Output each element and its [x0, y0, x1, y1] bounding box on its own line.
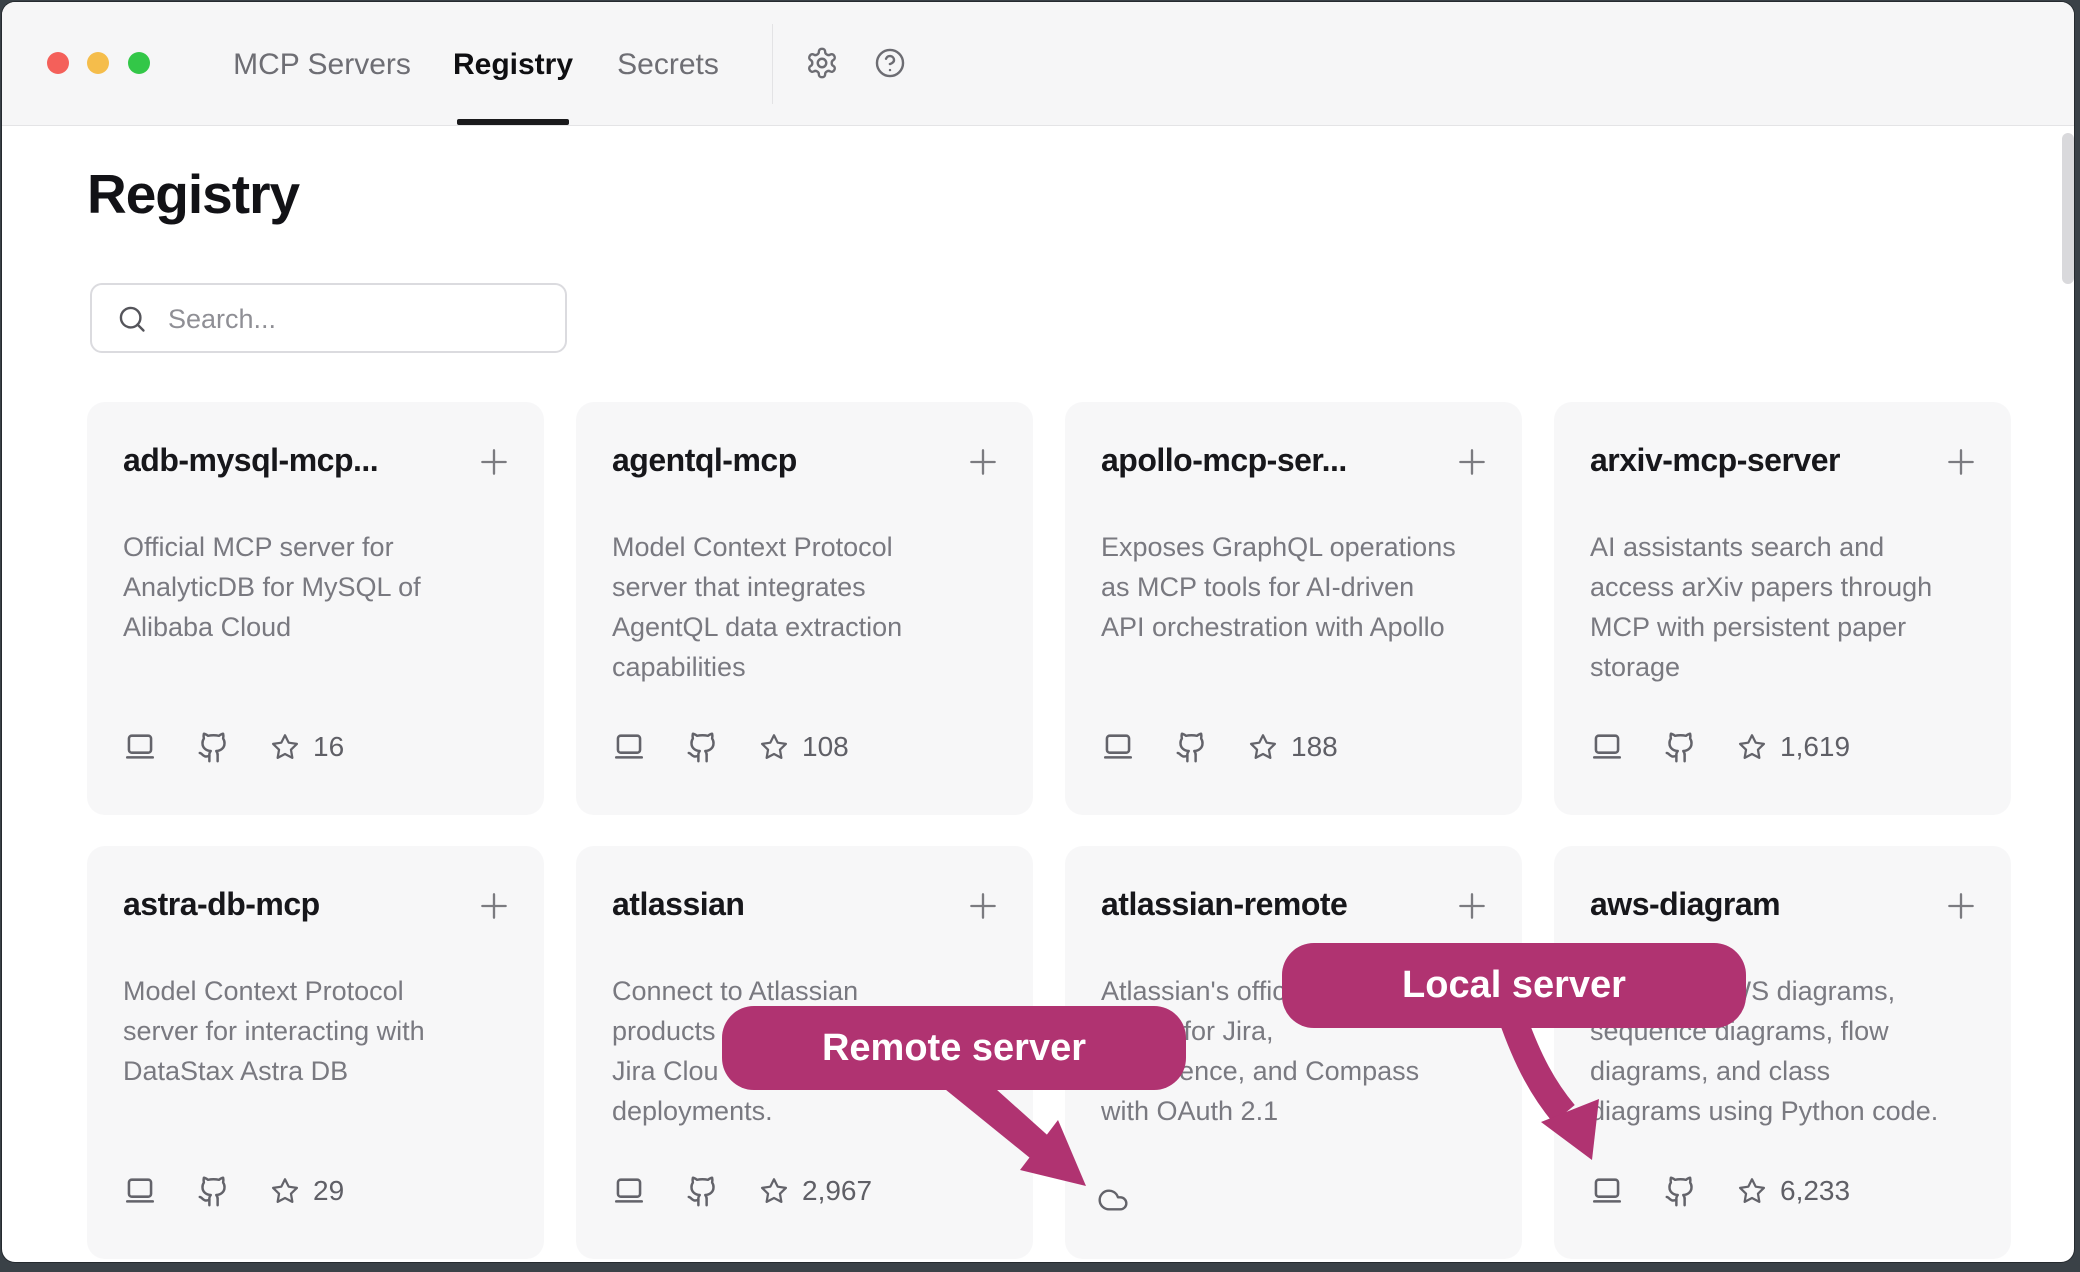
minimize-window-button[interactable] [87, 52, 109, 74]
close-window-button[interactable] [47, 52, 69, 74]
gear-icon[interactable] [805, 46, 839, 80]
github-icon [197, 1175, 230, 1208]
card-footer: 1,619 [1590, 727, 1850, 767]
plus-icon[interactable] [1452, 886, 1492, 926]
tab-registry[interactable]: Registry [453, 48, 573, 82]
github-icon [197, 731, 230, 764]
laptop-icon [1101, 730, 1135, 764]
card-footer: 16 [123, 727, 344, 767]
github-icon [686, 731, 719, 764]
server-description: AI assistants search andaccess arXiv pap… [1590, 527, 1985, 687]
server-name: apollo-mcp-ser... [1101, 442, 1347, 479]
help-icon[interactable] [873, 46, 907, 80]
star-count: 1,619 [1780, 731, 1850, 763]
search-input[interactable] [166, 285, 550, 353]
server-card-astra-db-mcp[interactable]: astra-db-mcp Model Context Protocolserve… [87, 846, 544, 1259]
server-card-arxiv-mcp-server[interactable]: arxiv-mcp-server AI assistants search an… [1554, 402, 2011, 815]
github-icon [686, 1175, 719, 1208]
plus-icon[interactable] [963, 886, 1003, 926]
tab-mcp-servers[interactable]: MCP Servers [233, 48, 411, 82]
star-icon [759, 1176, 789, 1206]
star-count: 29 [313, 1175, 344, 1207]
server-description: Exposes GraphQL operationsas MCP tools f… [1101, 527, 1496, 647]
plus-icon[interactable] [1941, 442, 1981, 482]
plus-icon[interactable] [1452, 442, 1492, 482]
server-name: atlassian [612, 886, 744, 923]
card-footer: 2,967 [612, 1171, 872, 1211]
laptop-icon [1590, 730, 1624, 764]
plus-icon[interactable] [1941, 886, 1981, 926]
server-description: Official MCP server forAnalyticDB for My… [123, 527, 518, 647]
card-footer: 6,233 [1590, 1171, 1850, 1211]
active-tab-underline [457, 119, 569, 125]
server-name: agentql-mcp [612, 442, 797, 479]
scrollbar-thumb[interactable] [2062, 133, 2074, 284]
star-icon [270, 1176, 300, 1206]
server-card-grid: adb-mysql-mcp... Official MCP server for… [87, 402, 2011, 1259]
card-footer [1093, 1184, 1133, 1216]
star-count: 16 [313, 731, 344, 763]
card-footer: 188 [1101, 727, 1338, 767]
server-name: astra-db-mcp [123, 886, 320, 923]
server-card-aws-diagram[interactable]: aws-diagram Generate AWS diagrams,sequen… [1554, 846, 2011, 1259]
star-count: 188 [1291, 731, 1338, 763]
server-description: Model Context Protocolserver for interac… [123, 971, 518, 1091]
laptop-icon [612, 730, 646, 764]
page-title: Registry [87, 162, 299, 226]
star-icon [270, 732, 300, 762]
toolbar-divider [772, 24, 773, 104]
star-icon [759, 732, 789, 762]
toolbar: MCP Servers Registry Secrets [2, 2, 2074, 126]
laptop-icon [1590, 1174, 1624, 1208]
server-card-apollo-mcp-server[interactable]: apollo-mcp-ser... Exposes GraphQL operat… [1065, 402, 1522, 815]
github-icon [1664, 731, 1697, 764]
server-name: adb-mysql-mcp... [123, 442, 378, 479]
star-icon [1248, 732, 1278, 762]
plus-icon[interactable] [474, 442, 514, 482]
search-icon [116, 303, 148, 335]
plus-icon[interactable] [963, 442, 1003, 482]
server-card-agentql-mcp[interactable]: agentql-mcp Model Context Protocolserver… [576, 402, 1033, 815]
server-card-adb-mysql-mcp[interactable]: adb-mysql-mcp... Official MCP server for… [87, 402, 544, 815]
laptop-icon [612, 1174, 646, 1208]
card-footer: 29 [123, 1171, 344, 1211]
laptop-icon [123, 730, 157, 764]
star-icon [1737, 1176, 1767, 1206]
cloud-icon [1093, 1184, 1133, 1216]
star-count: 2,967 [802, 1175, 872, 1207]
card-footer: 108 [612, 727, 849, 767]
github-icon [1175, 731, 1208, 764]
laptop-icon [123, 1174, 157, 1208]
local-server-callout: Local server [1282, 943, 1746, 1028]
search-box [90, 283, 567, 353]
server-name: arxiv-mcp-server [1590, 442, 1840, 479]
zoom-window-button[interactable] [128, 52, 150, 74]
github-icon [1664, 1175, 1697, 1208]
server-name: atlassian-remote [1101, 886, 1347, 923]
server-description: Model Context Protocolserver that integr… [612, 527, 1007, 687]
server-name: aws-diagram [1590, 886, 1780, 923]
star-count: 108 [802, 731, 849, 763]
star-count: 6,233 [1780, 1175, 1850, 1207]
plus-icon[interactable] [474, 886, 514, 926]
tab-secrets[interactable]: Secrets [617, 48, 719, 82]
remote-server-callout: Remote server [722, 1006, 1186, 1090]
star-icon [1737, 732, 1767, 762]
